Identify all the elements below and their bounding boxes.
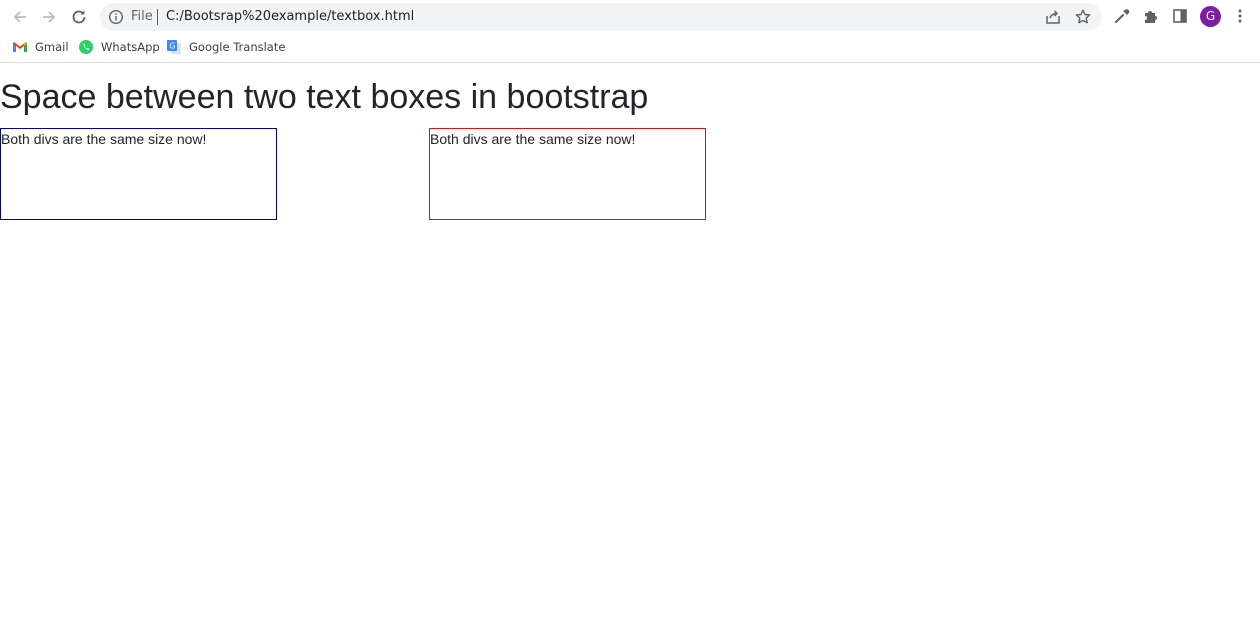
text-box-left: Both divs are the same size now! xyxy=(0,128,277,220)
whatsapp-icon xyxy=(78,39,94,55)
bookmark-google-translate[interactable]: G Google Translate xyxy=(166,38,285,56)
page-title: Space between two text boxes in bootstra… xyxy=(0,78,649,116)
bookmark-label: WhatsApp xyxy=(101,40,160,54)
bookmark-whatsapp[interactable]: WhatsApp xyxy=(78,38,160,56)
bookmark-gmail[interactable]: Gmail xyxy=(12,38,69,56)
address-bar[interactable]: File C:/Bootsrap%20example/textbox.html xyxy=(100,3,1102,31)
eyedropper-button[interactable] xyxy=(1112,6,1132,26)
bookmarks-bar: Gmail WhatsApp G Google Translate xyxy=(0,33,1260,61)
forward-button[interactable] xyxy=(37,5,61,29)
gmail-icon xyxy=(12,39,28,55)
svg-text:G: G xyxy=(169,42,175,51)
bookmark-label: Google Translate xyxy=(189,40,286,54)
browser-toolbar: File C:/Bootsrap%20example/textbox.html xyxy=(0,0,1260,33)
page-content: Space between two text boxes in bootstra… xyxy=(0,64,1260,624)
more-vert-icon xyxy=(1238,9,1242,23)
url-text[interactable]: C:/Bootsrap%20example/textbox.html xyxy=(166,9,414,24)
browser-menu-button[interactable] xyxy=(1230,6,1250,26)
eyedropper-icon xyxy=(1115,9,1130,23)
reload-button[interactable] xyxy=(67,5,91,29)
bookmark-star-icon[interactable] xyxy=(1074,8,1092,26)
site-scheme-label: File xyxy=(131,9,153,24)
profile-avatar[interactable]: G xyxy=(1200,6,1221,27)
bookmark-label: Gmail xyxy=(35,40,69,54)
side-panel-button[interactable] xyxy=(1170,6,1190,26)
side-panel-icon xyxy=(1173,9,1187,23)
share-icon[interactable] xyxy=(1044,8,1062,26)
reload-icon xyxy=(72,10,86,24)
extensions-button[interactable] xyxy=(1141,6,1161,26)
arrow-left-icon xyxy=(13,11,26,23)
info-icon[interactable] xyxy=(108,9,124,25)
puzzle-icon xyxy=(1145,11,1157,23)
text-box-right: Both divs are the same size now! xyxy=(429,128,706,220)
omnibox-separator xyxy=(157,9,158,25)
back-button[interactable] xyxy=(8,5,32,29)
browser-chrome: File C:/Bootsrap%20example/textbox.html xyxy=(0,0,1260,63)
arrow-right-icon xyxy=(43,11,56,23)
google-translate-icon: G xyxy=(166,39,182,55)
